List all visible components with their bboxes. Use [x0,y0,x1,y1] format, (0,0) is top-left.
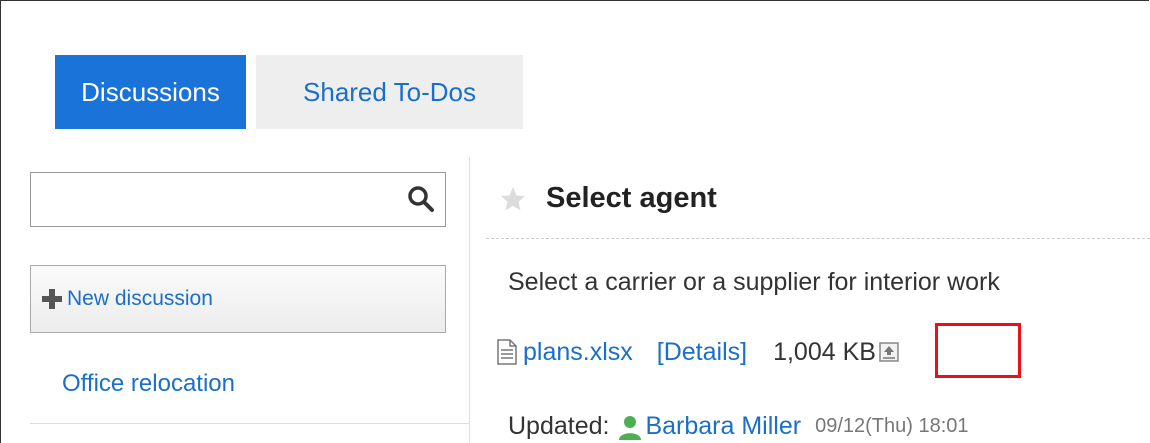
details-link[interactable]: [Details] [657,338,747,367]
updated-timestamp: 09/12(Thu) 18:01 [815,415,969,437]
discussion-description: Select a carrier or a supplier for inter… [508,268,1000,296]
tab-shared-todos[interactable]: Shared To-Dos [256,55,523,129]
column-divider [469,157,470,443]
document-icon [497,339,517,365]
new-discussion-label: New discussion [67,287,213,310]
new-discussion-button[interactable]: New discussion [30,265,446,333]
file-size: 1,004 KB [773,337,876,366]
highlight-box [935,323,1021,378]
title-divider [486,238,1150,239]
sidebar-item-office-relocation[interactable]: Office relocation [62,370,235,398]
tab-discussions[interactable]: Discussions [55,55,246,129]
search-icon[interactable] [407,185,435,213]
search-input[interactable] [30,172,446,227]
sidebar-divider [30,423,470,424]
plus-icon [42,289,62,309]
star-icon[interactable] [500,186,526,212]
upload-icon[interactable] [879,342,899,362]
attachment-link[interactable]: plans.xlsx [523,338,633,367]
attachment-row: plans.xlsx [Details] 1,004 KB [497,335,899,369]
user-link[interactable]: Barbara Miller [645,412,801,441]
discussion-title: Select agent [546,182,717,214]
updated-label: Updated: [508,412,610,440]
user-icon [619,415,642,440]
updated-row: Updated: Barbara Miller 09/12(Thu) 18:01 [508,412,969,441]
